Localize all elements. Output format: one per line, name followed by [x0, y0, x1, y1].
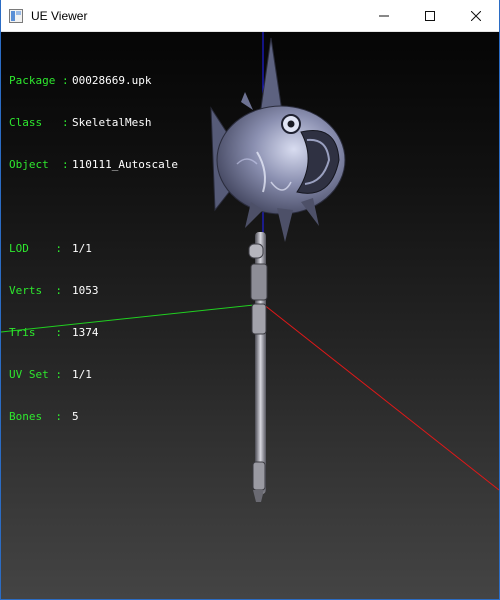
info-row-bones: Bones : 5 — [9, 410, 178, 424]
info-row-object: Object : 110111_Autoscale — [9, 158, 178, 172]
info-label: UV Set : — [9, 368, 69, 381]
info-row-lod: LOD : 1/1 — [9, 242, 178, 256]
close-icon — [471, 10, 481, 21]
info-label: Class : — [9, 116, 76, 129]
info-value: 1374 — [72, 326, 99, 339]
info-row-verts: Verts : 1053 — [9, 284, 178, 298]
info-label: Bones : — [9, 410, 69, 423]
mesh-fish-head — [210, 37, 346, 242]
ue-viewer-app-icon — [9, 8, 23, 23]
axis-x-line — [262, 303, 499, 491]
minimize-button[interactable] — [361, 0, 407, 31]
title-bar[interactable]: UE Viewer — [1, 0, 499, 32]
info-label: Package : — [9, 74, 76, 87]
ue-viewer-window: UE Viewer Package: 00028669.upk Class:… — [0, 0, 500, 600]
info-row-package: Package : 00028669.upk — [9, 74, 178, 88]
maximize-icon — [425, 10, 435, 21]
info-label: Verts : — [9, 284, 69, 297]
info-value: 1053 — [72, 284, 99, 297]
minimize-icon — [379, 15, 389, 16]
info-value: 1/1 — [72, 368, 92, 381]
info-row-class: Class : SkeletalMesh — [9, 116, 178, 130]
info-value: 00028669.upk — [72, 74, 152, 87]
info-label: LOD : — [9, 242, 69, 255]
mesh-handle — [248, 232, 268, 502]
info-row-tris: Tris : 1374 — [9, 326, 178, 340]
info-label: Tris : — [9, 326, 69, 339]
info-label: Object : — [9, 158, 76, 171]
info-value: 1/1 — [72, 242, 92, 255]
info-value: 110111_Autoscale — [72, 158, 178, 171]
info-value: SkeletalMesh — [72, 116, 152, 129]
mesh-info-panel: Package : 00028669.upk Class : SkeletalM… — [9, 46, 178, 452]
window-title: UE Viewer — [31, 8, 88, 23]
info-row-uvset: UV Set : 1/1 — [9, 368, 178, 382]
3d-viewport[interactable]: Package : 00028669.upk Class : SkeletalM… — [1, 32, 499, 599]
close-button[interactable] — [453, 0, 499, 31]
maximize-button[interactable] — [407, 0, 453, 31]
info-value: 5 — [72, 410, 79, 423]
